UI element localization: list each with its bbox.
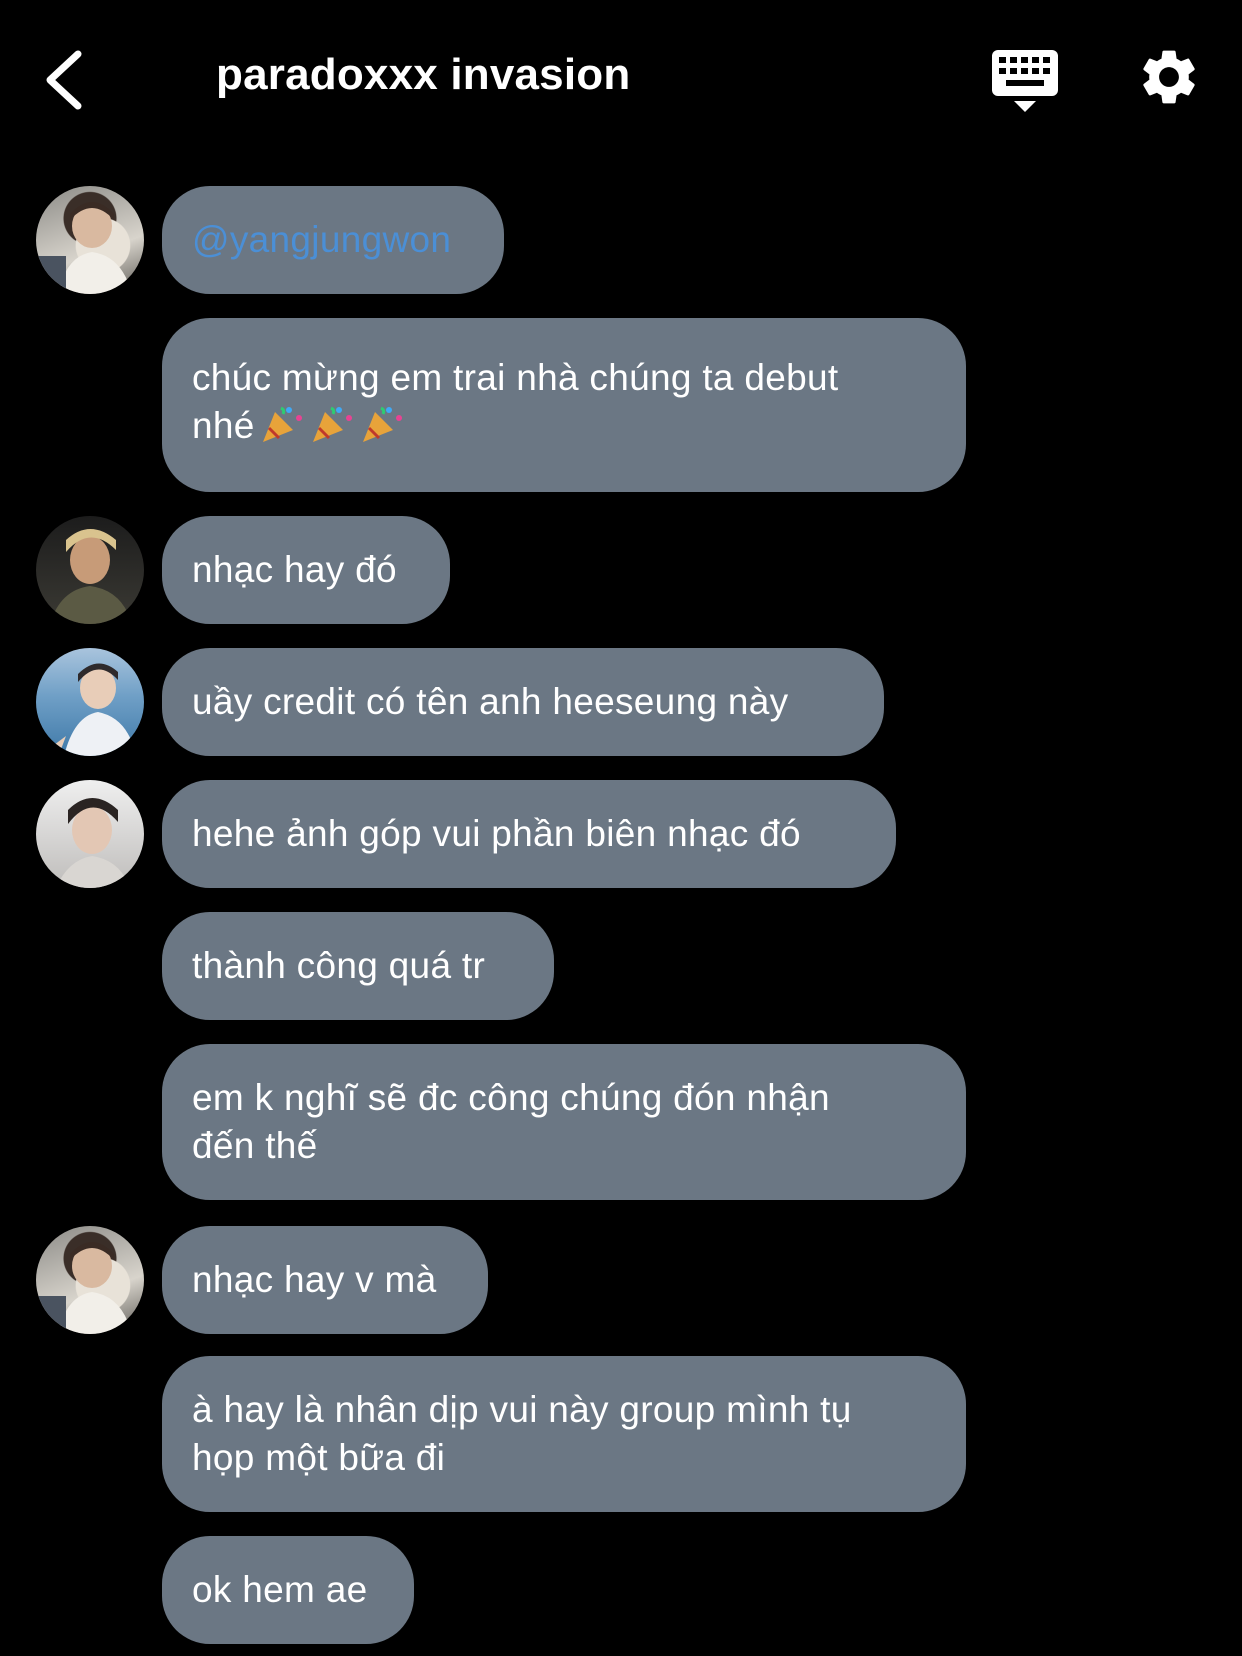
user-photo-icon bbox=[50, 529, 132, 624]
message-text: thành công quá tr bbox=[192, 945, 486, 986]
message-text: à hay là nhân dịp vui này group mình tụ … bbox=[192, 1389, 852, 1478]
message-bubble[interactable]: thành công quá tr bbox=[162, 912, 554, 1020]
message-text: nhạc hay đó bbox=[192, 549, 397, 590]
message-bubble[interactable]: hehe ảnh góp vui phần biên nhạc đó bbox=[162, 780, 896, 888]
message-bubble[interactable]: nhạc hay v mà bbox=[162, 1226, 488, 1334]
message-bubble[interactable]: chúc mừng em trai nhà chúng ta debut nhé bbox=[162, 318, 966, 492]
avatar[interactable] bbox=[36, 648, 144, 756]
message-bubble[interactable]: uầy credit có tên anh heeseung này bbox=[162, 648, 884, 756]
party-popper-icon bbox=[359, 404, 405, 456]
message-text: em k nghĩ sẽ đc công chúng đón nhận đến … bbox=[192, 1077, 830, 1166]
chevron-left-icon bbox=[46, 50, 82, 110]
message-bubble[interactable]: em k nghĩ sẽ đc công chúng đón nhận đến … bbox=[162, 1044, 966, 1200]
chat-title: paradoxxx invasion bbox=[216, 50, 631, 99]
avatar[interactable] bbox=[36, 516, 144, 624]
gear-icon bbox=[1143, 50, 1195, 104]
chat-header: paradoxxx invasion bbox=[0, 0, 1242, 150]
message-text: uầy credit có tên anh heeseung này bbox=[192, 681, 789, 722]
party-popper-icon bbox=[309, 404, 355, 456]
user-photo-icon bbox=[56, 798, 130, 888]
avatar[interactable] bbox=[36, 1226, 144, 1334]
party-popper-icon bbox=[259, 404, 305, 456]
message-text: ok hem ae bbox=[192, 1569, 368, 1610]
message-bubble[interactable]: ok hem ae bbox=[162, 1536, 414, 1644]
avatar[interactable] bbox=[36, 780, 144, 888]
message-bubble[interactable]: nhạc hay đó bbox=[162, 516, 450, 624]
back-button[interactable] bbox=[36, 40, 96, 120]
avatar[interactable] bbox=[36, 186, 144, 294]
message-text: hehe ảnh góp vui phần biên nhạc đó bbox=[192, 813, 801, 854]
keyboard-button[interactable] bbox=[990, 48, 1060, 114]
message-text: nhạc hay v mà bbox=[192, 1259, 437, 1300]
settings-button[interactable] bbox=[1136, 44, 1202, 110]
message-bubble[interactable]: @yangjungwon bbox=[162, 186, 504, 294]
message-bubble[interactable]: à hay là nhân dịp vui này group mình tụ … bbox=[162, 1356, 966, 1512]
user-photo-icon bbox=[36, 1242, 132, 1334]
user-photo-icon bbox=[50, 663, 136, 756]
user-photo-icon bbox=[36, 202, 132, 294]
keyboard-icon bbox=[992, 50, 1058, 112]
mention-link[interactable]: @yangjungwon bbox=[192, 216, 451, 264]
message-text: chúc mừng em trai nhà chúng ta debut nhé bbox=[192, 354, 838, 456]
